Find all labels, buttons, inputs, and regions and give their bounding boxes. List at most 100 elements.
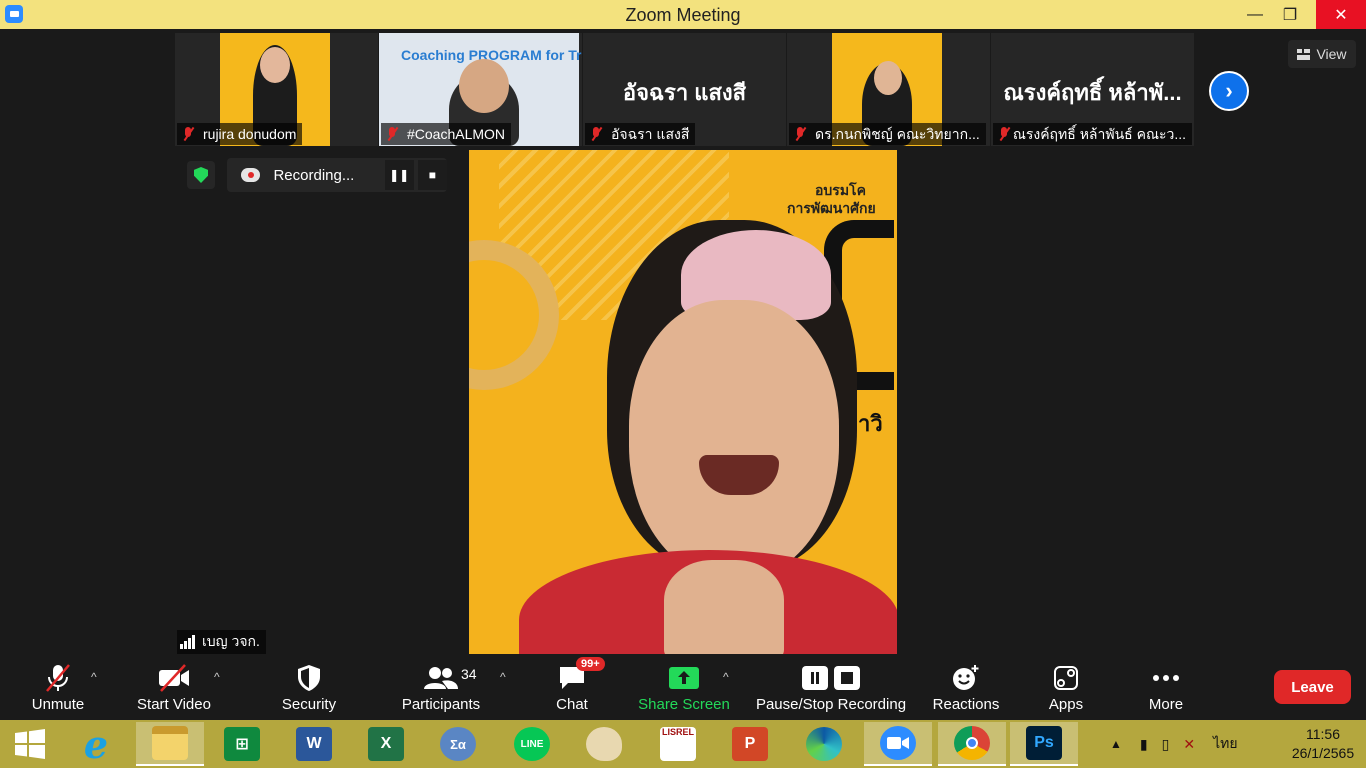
taskbar-file-explorer[interactable] (136, 722, 204, 766)
taskbar-clock[interactable]: 11:56 26/1/2565 (1290, 725, 1356, 763)
person-face (874, 61, 902, 95)
signal-strength-icon (180, 635, 196, 649)
taskbar-math-input[interactable]: Σα (424, 722, 492, 766)
ellipsis-icon (1152, 660, 1180, 696)
zoom-icon (880, 726, 916, 760)
network-signal-icon[interactable]: ▮ (1140, 736, 1148, 753)
start-button[interactable] (0, 722, 60, 766)
share-screen-button[interactable]: Share Screen (637, 654, 731, 720)
mic-muted-icon (181, 127, 195, 141)
recording-indicator: Recording... ❚❚ ■ (227, 158, 447, 192)
edge-icon (806, 727, 842, 761)
taskbar-chrome[interactable] (938, 722, 1006, 766)
speaker-name: เบญ วจก. (202, 633, 260, 649)
recording-label: Recording... (273, 166, 355, 184)
poster-text: การพัฒนาศักย (787, 200, 876, 216)
pause-recording-button[interactable]: ❚❚ (384, 160, 414, 190)
taskbar-internet-explorer[interactable]: e (62, 721, 130, 767)
math-input-icon: Σα (440, 727, 476, 761)
person-face (459, 59, 509, 113)
system-tray: ▲ ▮ ▯ ✕ ไทย (1110, 720, 1238, 768)
taskbar-paint[interactable] (570, 722, 638, 766)
participants-icon (424, 660, 458, 696)
taskbar-excel[interactable]: X (352, 722, 420, 766)
encryption-shield-icon[interactable] (187, 161, 215, 189)
taskbar-zoom[interactable] (864, 722, 932, 766)
view-button[interactable]: View (1288, 40, 1356, 68)
chat-label: Chat (556, 696, 588, 713)
photoshop-icon: Ps (1026, 726, 1062, 760)
unmute-button[interactable]: Unmute (26, 654, 90, 720)
window-titlebar: Zoom Meeting — ❐ ✕ (0, 0, 1366, 29)
windows-taskbar: e ⊞ W X Σα LINE LISREL P Ps ▲ ▮ ▯ ✕ ไทย … (0, 720, 1366, 768)
show-hidden-icons-chevron-icon[interactable]: ▲ (1110, 737, 1122, 751)
volume-muted-icon[interactable]: ✕ (1183, 736, 1195, 753)
pause-stop-icon (801, 660, 861, 696)
share-options-caret[interactable]: ^ (723, 670, 729, 684)
minimize-button[interactable]: — (1240, 0, 1270, 29)
participant-tile[interactable]: ณรงค์ฤทธิ์ หล้าพั... ณรงค์ฤทธิ์ หล้าพันธ… (991, 33, 1194, 146)
taskbar-store[interactable]: ⊞ (208, 722, 276, 766)
shield-icon (297, 660, 321, 696)
participant-label: อัจฉรา แสงสี (585, 123, 696, 145)
more-button[interactable]: More (1143, 654, 1189, 720)
participants-options-caret[interactable]: ^ (500, 670, 506, 684)
reactions-button[interactable]: Reactions (930, 654, 1002, 720)
participant-tile[interactable]: rujira donudom (175, 33, 378, 146)
video-options-caret[interactable]: ^ (214, 670, 220, 684)
more-label: More (1148, 696, 1184, 713)
pause-stop-recording-button[interactable]: Pause/Stop Recording (753, 654, 909, 720)
video-off-icon (157, 660, 191, 696)
battery-icon[interactable]: ▯ (1162, 736, 1170, 753)
taskbar-powerpoint[interactable]: P (716, 722, 784, 766)
maximize-button[interactable]: ❐ (1275, 0, 1305, 29)
close-button[interactable]: ✕ (1316, 0, 1366, 29)
participant-big-name: อัจฉรา แสงสี (622, 80, 747, 105)
chrome-icon (954, 726, 990, 760)
participant-tile[interactable]: ดร.กนกพิชญ์ คณะวิทยาก... (787, 33, 990, 146)
participant-big-name: ณรงค์ฤทธิ์ หล้าพั... (1003, 80, 1182, 105)
lisrel-icon: LISREL (660, 727, 696, 761)
participant-label: rujira donudom (177, 123, 303, 145)
taskbar-word[interactable]: W (280, 722, 348, 766)
leave-button[interactable]: Leave (1274, 670, 1351, 704)
clock-time: 11:56 (1306, 726, 1340, 742)
speaker-name-label: เบญ วจก. (177, 630, 266, 654)
word-icon: W (296, 727, 332, 761)
participant-name: อัจฉรา แสงสี (611, 126, 690, 142)
internet-explorer-icon: e (83, 721, 109, 767)
excel-icon: X (368, 727, 404, 761)
taskbar-line[interactable]: LINE (498, 722, 566, 766)
paint-palette-icon (586, 727, 622, 761)
participants-count: 34 (461, 666, 477, 682)
chat-unread-badge: 99+ (576, 657, 605, 671)
apps-label: Apps (1048, 696, 1084, 713)
security-label: Security (281, 696, 337, 713)
participant-tile[interactable]: Coaching PROGRAM for Trainer #CoachALMON (379, 33, 582, 146)
pause-stop-recording-label: Pause/Stop Recording (755, 696, 907, 713)
clock-date: 26/1/2565 (1291, 745, 1355, 761)
mic-muted-icon (793, 127, 807, 141)
share-screen-label: Share Screen (638, 696, 730, 713)
audio-options-caret[interactable]: ^ (91, 670, 97, 684)
speaker-hand (664, 560, 784, 654)
taskbar-photoshop[interactable]: Ps (1010, 722, 1078, 766)
taskbar-edge[interactable] (790, 722, 858, 766)
mic-muted-icon (385, 127, 399, 141)
start-video-label: Start Video (137, 696, 211, 713)
stop-recording-button[interactable]: ■ (417, 160, 447, 190)
participant-name: ณรงค์ฤทธิ์ หล้าพันธ์ คณะว... (1012, 126, 1186, 142)
person-face (260, 47, 290, 83)
security-button[interactable]: Security (279, 654, 339, 720)
participant-tile[interactable]: อัจฉรา แสงสี อัจฉรา แสงสี (583, 33, 786, 146)
participants-button[interactable]: Participants (398, 654, 484, 720)
mic-muted-icon (43, 660, 73, 696)
apps-button[interactable]: Apps (1044, 654, 1088, 720)
input-language-indicator[interactable]: ไทย (1213, 733, 1237, 755)
taskbar-lisrel[interactable]: LISREL (644, 722, 712, 766)
participants-label: Participants (401, 696, 481, 713)
next-page-button[interactable]: › (1209, 71, 1249, 111)
window-title: Zoom Meeting (625, 5, 741, 25)
start-video-button[interactable]: Start Video (134, 654, 214, 720)
unmute-label: Unmute (31, 696, 85, 713)
